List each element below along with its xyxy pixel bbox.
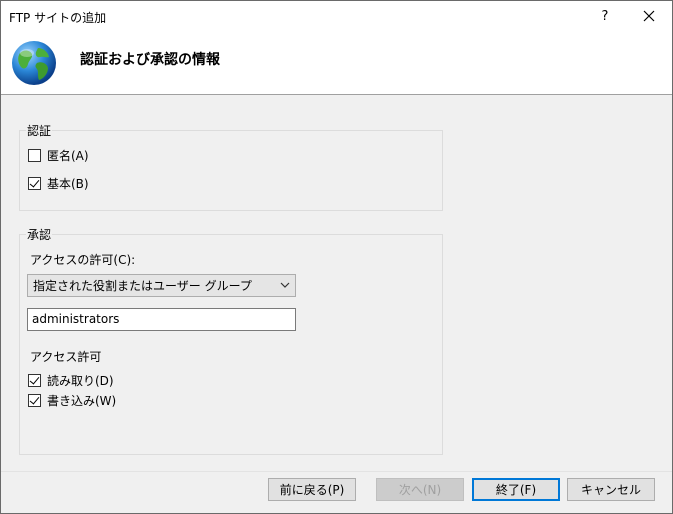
previous-button[interactable]: 前に戻る(P) [268, 478, 356, 501]
read-checkbox-row[interactable]: 読み取り(D) [28, 372, 114, 389]
cancel-button[interactable]: キャンセル [567, 478, 655, 501]
anonymous-checkbox-row[interactable]: 匿名(A) [28, 147, 89, 164]
permissions-label: アクセス許可 [30, 350, 102, 364]
basic-checkbox-row[interactable]: 基本(B) [28, 175, 89, 192]
close-button[interactable] [629, 1, 669, 31]
write-checkbox-row[interactable]: 書き込み(W) [28, 392, 116, 409]
roles-input[interactable]: administrators [27, 308, 296, 331]
close-icon [643, 10, 655, 22]
anonymous-label: 匿名(A) [47, 149, 89, 163]
allow-access-label: アクセスの許可(C): [30, 253, 136, 267]
next-button[interactable]: 次へ(N) [376, 478, 464, 501]
read-checkbox[interactable] [28, 374, 41, 387]
globe-icon [12, 41, 56, 85]
help-button[interactable]: ? [587, 1, 623, 31]
page-title: 認証および承認の情報 [80, 52, 220, 68]
add-ftp-site-dialog: FTP サイトの追加 ? 認証および承認の情報 認証 匿名(A) 基本(B) 承… [0, 0, 673, 514]
basic-checkbox[interactable] [28, 177, 41, 190]
finish-button[interactable]: 終了(F) [472, 478, 560, 501]
read-label: 読み取り(D) [47, 374, 114, 388]
authentication-group-label: 認証 [26, 122, 53, 139]
chevron-down-icon [280, 282, 290, 288]
basic-label: 基本(B) [47, 177, 89, 191]
window-title: FTP サイトの追加 [9, 11, 107, 25]
allow-access-selected: 指定された役割またはユーザー グループ [33, 279, 252, 293]
anonymous-checkbox[interactable] [28, 149, 41, 162]
wizard-header: 認証および承認の情報 [1, 31, 672, 95]
title-bar: FTP サイトの追加 ? [1, 1, 672, 31]
authorization-group-label: 承認 [26, 226, 53, 243]
write-checkbox[interactable] [28, 394, 41, 407]
write-label: 書き込み(W) [47, 394, 117, 408]
allow-access-dropdown[interactable]: 指定された役割またはユーザー グループ [27, 274, 296, 297]
authentication-group [19, 130, 443, 211]
